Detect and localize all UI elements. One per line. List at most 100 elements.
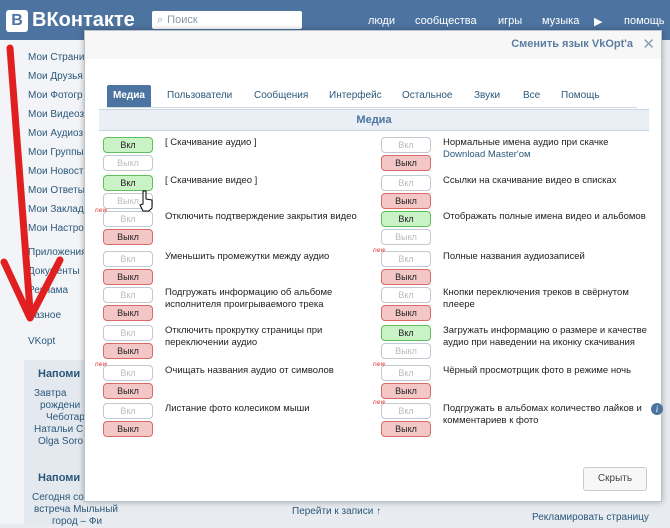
on-button[interactable]: Вкл [381,137,431,153]
search-icon: ⌕ [157,13,164,26]
reminder-line[interactable]: встреча Мыльный [34,504,118,516]
new-badge: new [373,247,386,254]
reminder-line: Сегодня со [32,492,84,503]
toggle-switch: Вкл Выкл [381,287,431,323]
nav-play-icon[interactable]: ▶ [594,15,602,28]
right-option-row: Вкл Выкл Кнопки переключения треков в свёр… [381,287,651,323]
off-button[interactable]: Выкл [103,229,153,245]
tab-messages[interactable]: Сообщения [254,85,308,107]
new-badge: new [373,361,386,368]
reminder-line[interactable]: Чеботар [46,412,85,424]
tab-sounds[interactable]: Звуки [474,85,500,107]
off-button[interactable]: Выкл [381,193,431,209]
tab-users[interactable]: Пользователи [167,85,232,107]
on-button[interactable]: Вкл [381,211,431,227]
on-button[interactable]: Вкл [381,325,431,341]
on-button[interactable]: Вкл [103,325,153,341]
reminder-line[interactable]: рождени [40,400,80,412]
tab-help[interactable]: Помощь [561,85,600,107]
reminder-line[interactable]: Olga Soro [38,436,83,448]
tab-all[interactable]: Все [523,85,540,107]
tab-media[interactable]: Медиа [107,85,151,107]
hide-button[interactable]: Скрыть [583,467,647,491]
right-option-row: new Вкл Выкл Полные названия аудиозаписей [373,247,651,287]
off-button[interactable]: Выкл [103,421,153,437]
toggle-switch: Вкл Выкл [103,287,153,323]
right-option-row: Вкл Выкл Ссылки на скачивание видео в спис… [381,175,651,211]
vk-logo[interactable]: В ВКонтакте [6,9,135,32]
left-option-row: new Вкл Выкл Очищать названия аудио от симв… [95,361,373,401]
off-button[interactable]: Выкл [381,343,431,359]
option-label: Листание фото колесиком мыши [165,403,310,414]
nav-games[interactable]: игры [498,15,522,27]
off-button[interactable]: Выкл [381,229,431,245]
search-placeholder: Поиск [167,14,198,26]
option-label: Загружать информацию о размере и качеств… [443,325,647,348]
on-button[interactable]: Вкл [381,287,431,303]
off-button[interactable]: Выкл [381,269,431,285]
left-option-row: Вкл Выкл Листание фото колесиком мыши [103,403,373,439]
off-button[interactable]: Выкл [381,305,431,321]
toggle-switch: Вкл Выкл [103,403,153,439]
right-option-row: new Вкл Выкл Подгружать в альбомах количест… [373,399,663,439]
on-button[interactable]: Вкл [103,403,153,419]
off-button[interactable]: Выкл [103,269,153,285]
reminder-title: Напоми [38,368,81,380]
off-button[interactable]: Выкл [103,343,153,359]
change-language-link[interactable]: Сменить язык VkOpt'a [511,38,633,50]
option-label: Полные названия аудиозаписей [443,251,585,262]
option-label: Ссылки на скачивание видео в списках [443,175,617,186]
off-button[interactable]: Выкл [103,305,153,321]
new-badge: new [95,361,108,368]
option-label: Отключить подтверждение закрытия видео [165,211,357,222]
nav-music[interactable]: музыка [542,15,579,27]
toggle-switch: Вкл Выкл [381,175,431,211]
logo-text: ВКонтакте [32,9,135,31]
on-button[interactable]: Вкл [103,365,153,381]
reminder-line: Завтра [34,388,67,399]
nav-communities[interactable]: сообщества [415,15,477,27]
toggle-switch: Вкл Выкл [381,325,431,361]
on-button[interactable]: Вкл [381,403,431,419]
tab-other[interactable]: Остальное [402,85,453,107]
off-button[interactable]: Выкл [381,421,431,437]
left-option-row: Вкл Выкл Подгружать информацию об альбоме … [103,287,373,323]
red-arrow-annotation [0,44,64,322]
option-sublink[interactable]: Download Master'ом [443,149,653,161]
option-label: Чёрный просмотрщик фото в режиме ночь [443,365,632,376]
search-input[interactable]: ⌕ Поиск [152,11,302,29]
tab-interface[interactable]: Интерфейс [329,85,382,107]
off-button[interactable]: Выкл [381,383,431,399]
info-icon[interactable]: i [651,403,663,415]
new-badge: new [373,399,386,406]
close-icon[interactable]: ✕ [642,35,655,53]
reminder-line[interactable]: город – Фи [52,516,102,528]
toggle-switch: Вкл Выкл [103,137,153,173]
off-button[interactable]: Выкл [103,155,153,171]
on-button[interactable]: Вкл [103,251,153,267]
toggle-switch: Вкл Выкл [381,137,431,173]
reminder-line[interactable]: Натальи С [34,424,83,436]
option-label: Отключить прокрутку страницы при переклю… [165,325,323,348]
option-label: [ Скачивание видео ] [165,175,258,186]
left-option-row: Вкл Выкл [ Скачивание аудио ] [103,137,373,173]
logo-letter: В [6,9,28,32]
settings-tabs: Медиа Пользователи Сообщения Интерфейс О… [107,85,637,108]
on-button[interactable]: Вкл [103,211,153,227]
on-button[interactable]: Вкл [103,137,153,153]
on-button[interactable]: Вкл [103,287,153,303]
on-button[interactable]: Вкл [103,175,153,191]
next-posts-link[interactable]: Перейти к записи ↑ [292,506,381,517]
right-option-row: new Вкл Выкл Чёрный просмотрщик фото в режи… [373,361,651,401]
advertise-link[interactable]: Рекламировать страницу [532,512,649,523]
left-option-row: Вкл Выкл Отключить прокрутку страницы при … [103,325,373,361]
on-button[interactable]: Вкл [381,175,431,191]
nav-help[interactable]: помощь [624,15,665,27]
off-button[interactable]: Выкл [381,155,431,171]
nav-people[interactable]: люди [368,15,395,27]
option-label: Уменьшить промежутки между аудио [165,251,330,262]
on-button[interactable]: Вкл [381,251,431,267]
option-label: Кнопки переключения треков в свёрнутом п… [443,287,629,310]
on-button[interactable]: Вкл [381,365,431,381]
off-button[interactable]: Выкл [103,383,153,399]
